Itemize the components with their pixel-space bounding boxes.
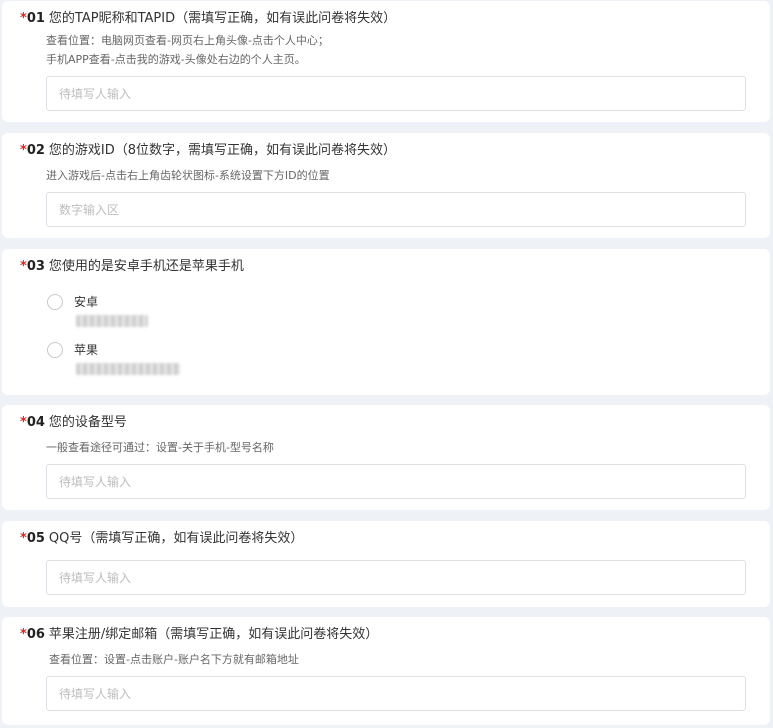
blurred-option-note <box>76 363 180 375</box>
question-title-row: *02 您的游戏ID（8位数字，需填写正确，如有误此问卷将失效） <box>20 142 396 160</box>
device-model-input[interactable] <box>46 464 746 499</box>
question-number: 03 <box>26 259 45 274</box>
description-line: 查看位置：设置-点击账户-账户名下方就有邮箱地址 <box>49 653 299 666</box>
question-title: 苹果注册/绑定邮箱（需填写正确，如有误此问卷将失效） <box>48 627 379 642</box>
question-title: 您使用的是安卓手机还是苹果手机 <box>48 259 244 274</box>
question-number: 05 <box>26 531 45 546</box>
required-mark: * <box>20 415 27 430</box>
question-card-01: *01 您的TAP昵称和TAPID（需填写正确，如有误此问卷将失效） 查看位置：电… <box>2 1 770 122</box>
required-mark: * <box>20 143 27 158</box>
apple-email-input[interactable] <box>46 676 746 711</box>
question-title: 您的TAP昵称和TAPID（需填写正确，如有误此问卷将失效） <box>48 11 397 26</box>
tap-nickname-input[interactable] <box>46 76 746 111</box>
question-number: 04 <box>26 415 45 430</box>
question-title: 您的游戏ID（8位数字，需填写正确，如有误此问卷将失效） <box>48 143 397 158</box>
description-line: 一般查看途径可通过：设置-关于手机-型号名称 <box>46 441 274 454</box>
required-mark: * <box>20 531 27 546</box>
description-line: 查看位置：电脑网页查看-网页右上角头像-点击个人中心； <box>46 34 329 47</box>
question-number: 06 <box>26 627 45 642</box>
option-android[interactable]: 安卓 <box>47 293 347 331</box>
question-number: 01 <box>26 11 45 26</box>
blurred-option-note <box>76 315 148 327</box>
question-number: 02 <box>26 143 45 158</box>
radio-unchecked-icon[interactable] <box>47 342 63 358</box>
questionnaire-form: *01 您的TAP昵称和TAPID（需填写正确，如有误此问卷将失效） 查看位置：电… <box>0 0 773 728</box>
description-line: 手机APP查看-点击我的游戏-头像处右边的个人主页。 <box>46 53 306 66</box>
required-mark: * <box>20 259 27 274</box>
question-description: 查看位置：设置-点击账户-账户名下方就有邮箱地址 <box>49 650 299 669</box>
question-card-05: *05 QQ号（需填写正确，如有误此问卷将失效） <box>2 521 770 607</box>
question-card-04: *04 您的设备型号 一般查看途径可通过：设置-关于手机-型号名称 <box>2 405 770 510</box>
question-description: 进入游戏后-点击右上角齿轮状图标-系统设置下方ID的位置 <box>46 166 330 185</box>
question-title: QQ号（需填写正确，如有误此问卷将失效） <box>48 531 304 546</box>
question-title-row: *01 您的TAP昵称和TAPID（需填写正确，如有误此问卷将失效） <box>20 10 396 28</box>
question-title-row: *05 QQ号（需填写正确，如有误此问卷将失效） <box>20 530 303 548</box>
option-apple[interactable]: 苹果 <box>47 341 347 379</box>
question-title: 您的设备型号 <box>48 415 127 430</box>
option-label: 安卓 <box>74 295 99 309</box>
required-mark: * <box>20 627 27 642</box>
question-card-02: *02 您的游戏ID（8位数字，需填写正确，如有误此问卷将失效） 进入游戏后-点击… <box>2 133 770 238</box>
description-line: 进入游戏后-点击右上角齿轮状图标-系统设置下方ID的位置 <box>46 169 330 182</box>
game-id-input[interactable] <box>46 192 746 227</box>
question-title-row: *06 苹果注册/绑定邮箱（需填写正确，如有误此问卷将失效） <box>20 626 378 644</box>
question-title-row: *04 您的设备型号 <box>20 414 127 432</box>
question-card-06: *06 苹果注册/绑定邮箱（需填写正确，如有误此问卷将失效） 查看位置：设置-点击… <box>2 617 770 725</box>
qq-number-input[interactable] <box>46 560 746 595</box>
option-label: 苹果 <box>74 343 99 357</box>
question-title-row: *03 您使用的是安卓手机还是苹果手机 <box>20 258 244 276</box>
question-description: 一般查看途径可通过：设置-关于手机-型号名称 <box>46 438 274 457</box>
radio-unchecked-icon[interactable] <box>47 294 63 310</box>
question-description: 查看位置：电脑网页查看-网页右上角头像-点击个人中心； 手机APP查看-点击我的… <box>46 31 329 69</box>
question-card-03: *03 您使用的是安卓手机还是苹果手机 安卓 苹果 <box>2 249 770 395</box>
required-mark: * <box>20 11 27 26</box>
